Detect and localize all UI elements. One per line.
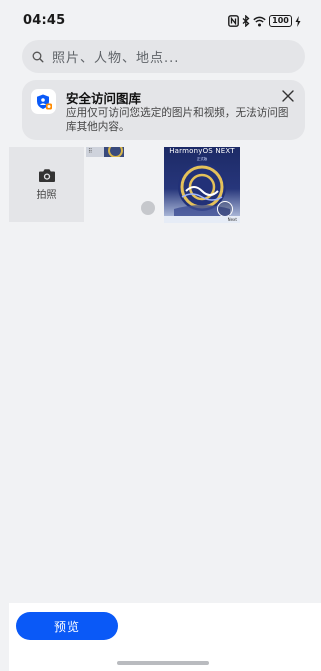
home-indicator[interactable] [117, 661, 209, 665]
banner-description: 应用仅可访问您选定的图片和视频，无法访问图库其他内容。 [66, 107, 289, 133]
poster-footer: Next [164, 216, 240, 223]
photo-thumbnail-harmonyos[interactable]: HarmonyOS NEXT 正式版 Next [164, 147, 240, 223]
shield-icon [36, 94, 52, 109]
charging-icon [295, 15, 301, 27]
status-time: 04:45 [23, 13, 66, 28]
poster-badge: Next [227, 217, 237, 222]
secure-access-banner: 安全访问图库 应用仅可访问您选定的图片和视频，无法访问图库其他内容。 [22, 80, 305, 140]
wifi-icon [253, 16, 266, 26]
photo-thumbnail[interactable]: ⠿ [86, 147, 124, 157]
status-bar: 04:45 100 [0, 0, 321, 40]
battery-icon: 100 [269, 15, 292, 27]
poster-title: HarmonyOS NEXT [169, 147, 235, 155]
photo-picker-screen: 04:45 100 照片、人物、地点... 安全访问图库 应用仅可访问您选定的图… [0, 0, 321, 671]
status-icons: 100 [228, 14, 301, 28]
select-checkbox[interactable] [217, 201, 233, 217]
search-placeholder: 照片、人物、地点... [52, 51, 180, 66]
close-icon[interactable] [281, 89, 295, 103]
take-photo-button[interactable]: 拍照 [9, 147, 84, 222]
poster-subtitle: 正式版 [196, 157, 208, 161]
camera-icon [38, 169, 55, 182]
loading-indicator [141, 201, 155, 215]
preview-button[interactable]: 预览 [16, 612, 118, 640]
banner-title: 安全访问图库 [66, 91, 142, 106]
camera-label: 拍照 [36, 190, 57, 201]
bluetooth-icon [242, 15, 250, 27]
search-icon [32, 51, 44, 62]
thumbnail-image [104, 147, 124, 157]
thumbnail-text: ⠿ [88, 148, 93, 155]
banner-app-icon [31, 89, 56, 114]
search-input[interactable]: 照片、人物、地点... [22, 40, 305, 73]
nfc-icon [228, 15, 239, 27]
